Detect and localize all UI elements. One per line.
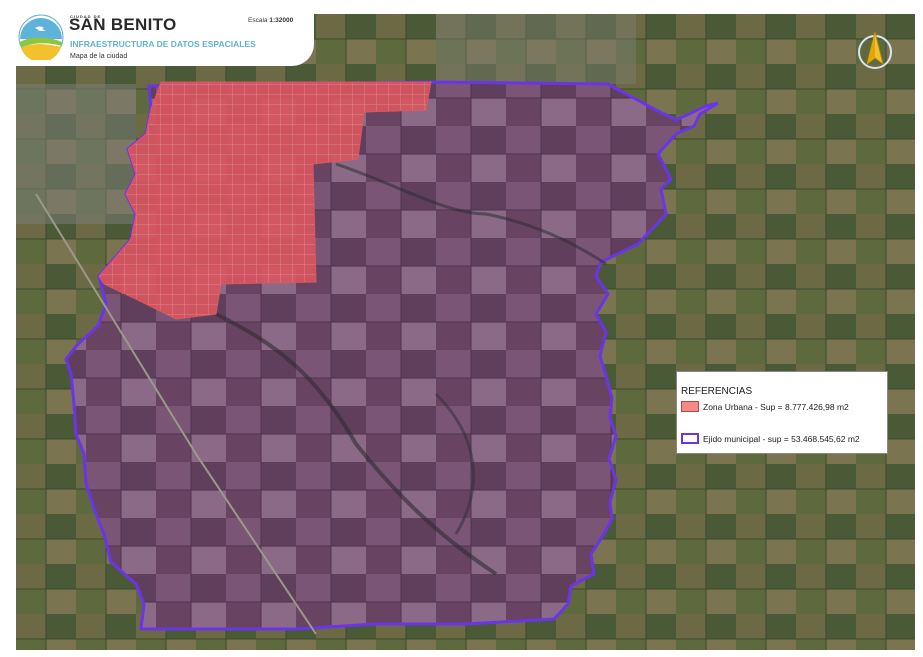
north-arrow-icon <box>858 31 892 69</box>
map-canvas[interactable] <box>16 14 915 650</box>
legend-title: REFERENCIAS <box>681 386 753 397</box>
map-scale: Escala 1:32000 <box>248 17 293 24</box>
map-header: CIUDAD DE SAN BENITO INFRAESTRUCTURA DE … <box>16 14 314 66</box>
legend-swatch-ejido <box>681 433 699 444</box>
city-logo-icon <box>18 14 64 60</box>
scale-label: Escala <box>248 17 268 24</box>
map-subtitle: Mapa de la ciudad <box>70 53 128 60</box>
scale-value: 1:32000 <box>269 17 294 24</box>
legend-swatch-urbana <box>681 401 699 412</box>
map-legend: REFERENCIAS Zona Urbana - Sup = 8.777.42… <box>676 371 888 454</box>
legend-label-ejido: Ejido municipal - sup = 53.468.545,62 m2 <box>703 433 860 444</box>
satellite-map <box>16 14 915 650</box>
legend-label-urbana: Zona Urbana - Sup = 8.777.426,98 m2 <box>703 401 849 412</box>
org-name: SAN BENITO <box>69 15 177 34</box>
legend-item-zona-urbana: Zona Urbana - Sup = 8.777.426,98 m2 <box>681 401 849 412</box>
legend-item-ejido: Ejido municipal - sup = 53.468.545,62 m2 <box>681 433 860 444</box>
section-title: INFRAESTRUCTURA DE DATOS ESPACIALES <box>70 39 256 49</box>
